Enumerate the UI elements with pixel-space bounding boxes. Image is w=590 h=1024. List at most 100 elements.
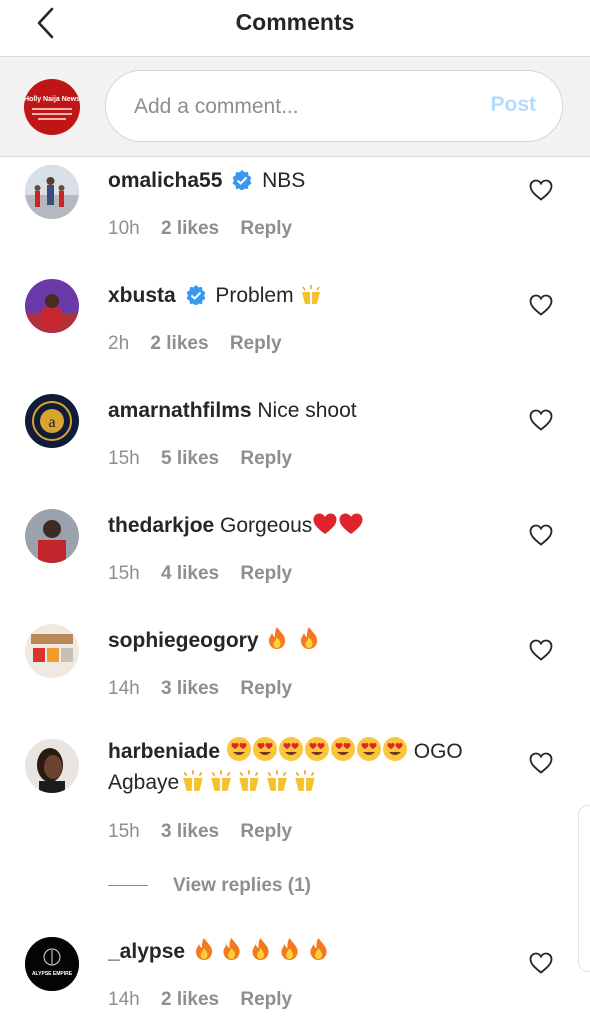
comment-likes[interactable]: 2 likes [161,218,219,239]
like-heart-icon[interactable] [529,179,553,201]
fire-icon [281,938,298,960]
fire-icon [269,627,286,649]
comment-likes[interactable]: 2 likes [150,333,208,354]
comment-likes[interactable]: 4 likes [161,563,219,584]
heart-eyes-emoji-icon [252,737,277,761]
divider [108,885,148,887]
comment-meta: 15h 4 likes Reply [108,563,308,585]
comment-text: _alypse [108,936,513,967]
comment-time: 14h [108,678,140,699]
comment-likes[interactable]: 5 likes [161,448,219,469]
like-heart-icon[interactable] [529,524,553,546]
comment-time: 15h [108,821,140,842]
comment-time: 2h [108,333,130,354]
verified-badge-icon [186,285,205,305]
reply-button[interactable]: Reply [240,989,292,1010]
comment-body: NBS [262,169,306,192]
reply-button[interactable]: Reply [240,218,292,239]
comment-input[interactable] [132,71,466,143]
raising-hands-icon [295,770,315,791]
avatar[interactable] [25,165,79,219]
comment-meta: 15h 3 likes Reply [108,821,308,843]
comment-username[interactable]: omalicha55 [108,169,222,192]
svg-text:a: a [48,414,55,431]
fire-icon [301,627,318,649]
red-heart-icon [313,513,337,534]
avatar[interactable]: a [25,394,79,448]
red-heart-icon [339,513,363,534]
fire-icon [223,938,240,960]
comment-time: 15h [108,448,140,469]
comment-likes[interactable]: 2 likes [161,989,219,1010]
comment-time: 10h [108,218,140,239]
like-heart-icon[interactable] [529,952,553,974]
comment-time: 14h [108,989,140,1010]
comment-body: Gorgeous [220,514,313,537]
comment-username[interactable]: harbeniade [108,740,220,763]
heart-eyes-emoji-icon [382,737,407,761]
view-replies-button[interactable]: View replies (1) [108,875,311,897]
heart-eyes-emoji-icon [278,737,303,761]
raising-hands-icon [183,770,203,791]
avatar[interactable] [25,279,79,333]
comment-meta: 2h 2 likes Reply [108,333,298,355]
fire-icon [310,938,327,960]
comment-body-line2: Agbaye [108,771,180,794]
top-bar: Comments [0,0,590,57]
comment-text: thedarkjoe Gorgeous [108,510,513,541]
comment-text: amarnathfilms Nice shoot [108,395,513,426]
comment-likes[interactable]: 3 likes [161,821,219,842]
comment-text: xbusta Problem [108,280,513,311]
side-panel-edge[interactable] [578,805,590,972]
comment-username[interactable]: sophiegeogory [108,629,259,652]
comment-composer: Holly Naija News Post [0,57,590,157]
comment-time: 15h [108,563,140,584]
avatar[interactable] [25,509,79,563]
comment-username[interactable]: xbusta [108,284,176,307]
like-heart-icon[interactable] [529,294,553,316]
avatar[interactable] [25,624,79,678]
emoji-sequence [226,737,414,763]
comment-meta: 14h 2 likes Reply [108,989,308,1011]
raising-hands-icon [302,285,321,304]
fire-icon [195,938,213,960]
comment-body: OGO [413,740,463,763]
page-title: Comments [235,9,355,35]
like-heart-icon[interactable] [529,409,553,431]
heart-eyes-emoji-icon [330,737,355,761]
comment-likes[interactable]: 3 likes [161,678,219,699]
reply-button[interactable]: Reply [230,333,282,354]
like-heart-icon[interactable] [529,752,553,774]
avatar[interactable]: Holly Naija News [24,79,80,135]
comment-meta: 14h 3 likes Reply [108,678,308,700]
raising-hands-icon [239,770,259,791]
comment-username[interactable]: thedarkjoe [108,514,214,537]
view-replies-label: View replies (1) [173,875,311,896]
avatar-brand-text: Holly Naija News [24,96,80,103]
raising-hands-icon [267,770,287,791]
like-heart-icon[interactable] [529,639,553,661]
heart-eyes-emoji-icon [304,737,329,761]
reply-button[interactable]: Reply [240,563,292,584]
comment-body: Nice shoot [257,399,357,422]
avatar[interactable]: ALYPSE EMPIRE [25,937,79,991]
reply-button[interactable]: Reply [240,448,292,469]
raising-hands-icon [211,770,231,791]
reply-button[interactable]: Reply [240,678,292,699]
comment-text: harbeniade OGO Agbaye [108,736,513,798]
avatar-brand-text: ALYPSE EMPIRE [32,971,73,977]
comment-text: sophiegeogory [108,625,513,656]
fire-icon [252,938,269,960]
comment-input-wrapper: Post [105,70,563,143]
reply-button[interactable]: Reply [240,821,292,842]
comment-username[interactable]: _alypse [108,940,185,963]
heart-eyes-emoji-icon [356,737,381,761]
comment-meta: 10h 2 likes Reply [108,218,308,240]
comment-meta: 15h 5 likes Reply [108,448,308,470]
verified-badge-icon [232,170,252,190]
heart-eyes-emoji-icon [226,737,251,761]
comment-username[interactable]: amarnathfilms [108,399,252,422]
avatar[interactable] [25,739,79,793]
post-button[interactable]: Post [490,93,536,117]
comment-body: Problem [215,284,294,307]
